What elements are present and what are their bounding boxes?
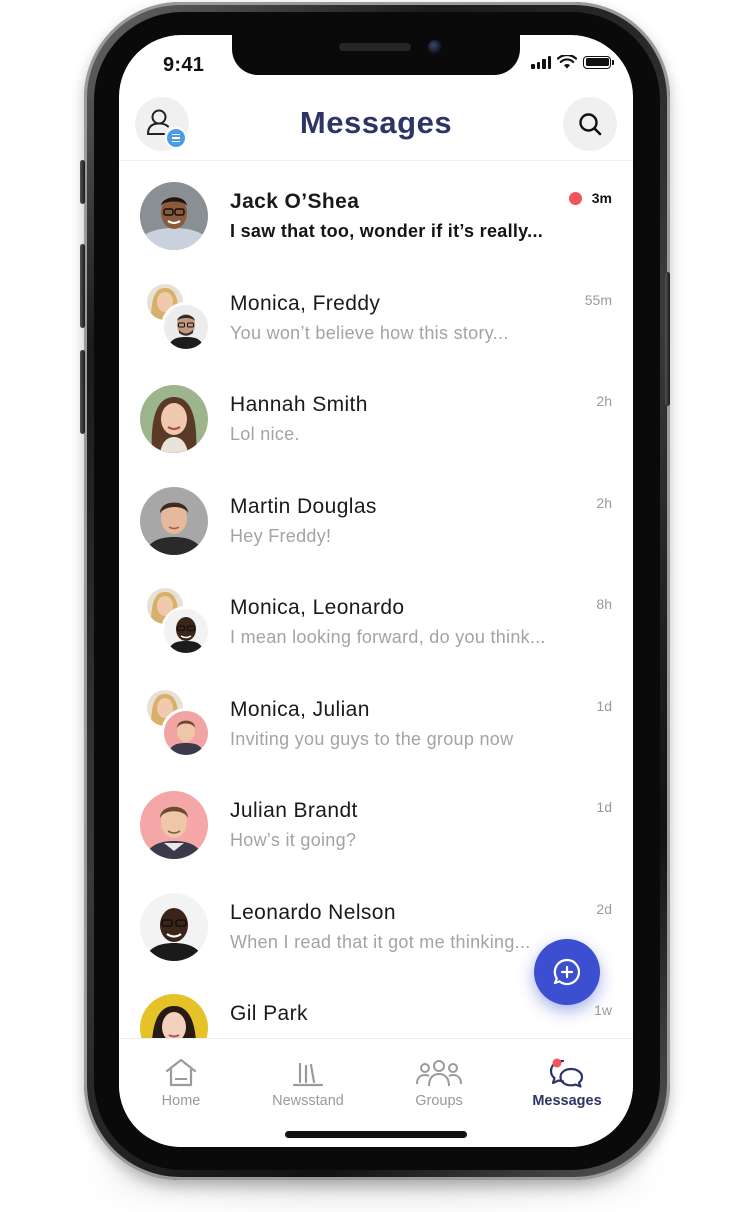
tab-bar: Home Newsstand Groups Messages bbox=[119, 1038, 633, 1147]
conversation-preview: I mean looking forward, do you think... bbox=[230, 627, 546, 647]
conversation-preview: When I read that it got me thinking... bbox=[230, 932, 531, 952]
home-icon bbox=[165, 1058, 197, 1087]
tab-messages[interactable]: Messages bbox=[507, 1057, 627, 1109]
tab-groups[interactable]: Groups bbox=[379, 1057, 499, 1109]
tab-label: Messages bbox=[532, 1093, 602, 1109]
home-indicator bbox=[285, 1131, 467, 1138]
conversation-preview: You won’t believe how this story... bbox=[230, 323, 509, 343]
groups-icon bbox=[416, 1060, 462, 1087]
conversation-name: Gil Park bbox=[230, 1002, 308, 1025]
tab-label: Groups bbox=[415, 1093, 463, 1109]
page-title: Messages bbox=[299, 105, 453, 140]
conversation-time: 1w bbox=[594, 1002, 612, 1018]
power-button bbox=[665, 272, 670, 406]
conversation-name: Martin Douglas bbox=[230, 495, 377, 518]
avatar bbox=[140, 893, 208, 961]
volume-down-button bbox=[80, 350, 85, 434]
avatar bbox=[140, 994, 208, 1038]
tab-newsstand[interactable]: Newsstand bbox=[248, 1057, 368, 1109]
conversation-row[interactable]: Hannah Smith Lol nice. 2h bbox=[119, 365, 633, 467]
tab-label: Home bbox=[161, 1093, 201, 1109]
status-time: 9:41 bbox=[163, 54, 205, 76]
conversation-time: 1d bbox=[596, 698, 612, 714]
conversation-name: Leonardo Nelson bbox=[230, 901, 396, 924]
battery-icon bbox=[583, 55, 614, 69]
conversation-time: 2h bbox=[596, 393, 612, 409]
cellular-signal-icon bbox=[531, 55, 551, 69]
conversation-name: Julian Brandt bbox=[230, 799, 358, 822]
search-button[interactable] bbox=[563, 97, 617, 151]
conversation-time: 2d bbox=[596, 901, 612, 917]
tab-home[interactable]: Home bbox=[121, 1057, 241, 1109]
new-message-button[interactable] bbox=[534, 939, 600, 1005]
conversation-list[interactable]: Jack O’Shea I saw that too, wonder if it… bbox=[119, 162, 633, 1038]
conversation-time: 1d bbox=[596, 799, 612, 815]
conversation-time: 3m bbox=[591, 190, 612, 206]
conversation-name: Jack O’Shea bbox=[230, 190, 360, 213]
phone-screen: 9:41 Messages Jack O’Shea I saw that too… bbox=[119, 35, 633, 1147]
conversation-row[interactable]: Monica, Julian Inviting you guys to the … bbox=[119, 670, 633, 772]
conversation-preview: Lol nice. bbox=[230, 424, 300, 444]
conversation-preview: I saw that too, wonder if it’s really... bbox=[230, 221, 544, 241]
conversation-time: 55m bbox=[584, 292, 612, 308]
avatar bbox=[161, 302, 211, 352]
avatar bbox=[140, 487, 208, 555]
wifi-icon bbox=[557, 55, 577, 69]
conversation-time: 2h bbox=[596, 495, 612, 511]
front-camera bbox=[428, 40, 442, 54]
search-icon bbox=[579, 113, 602, 136]
avatar bbox=[161, 606, 211, 656]
speaker-grille bbox=[339, 43, 411, 51]
avatar bbox=[161, 708, 211, 758]
conversation-preview: How’s it going? bbox=[230, 830, 357, 850]
unread-indicator bbox=[569, 192, 582, 205]
avatar bbox=[140, 385, 208, 453]
messages-icon bbox=[549, 1058, 584, 1088]
notch bbox=[232, 35, 520, 75]
conversation-name: Hannah Smith bbox=[230, 393, 368, 416]
app-header: Messages bbox=[119, 95, 633, 161]
avatar bbox=[140, 791, 208, 859]
conversation-row[interactable]: Martin Douglas Hey Freddy! 2h bbox=[119, 467, 633, 569]
conversation-row[interactable]: Monica, Leonardo I mean looking forward,… bbox=[119, 568, 633, 670]
conversation-row[interactable]: Monica, Freddy You won’t believe how thi… bbox=[119, 264, 633, 366]
conversation-time: 8h bbox=[596, 596, 612, 612]
conversation-name: Monica, Leonardo bbox=[230, 596, 405, 619]
conversation-preview: Hey Freddy! bbox=[230, 526, 332, 546]
conversation-row[interactable]: Julian Brandt How’s it going? 1d bbox=[119, 771, 633, 873]
conversation-row[interactable]: Jack O’Shea I saw that too, wonder if it… bbox=[119, 162, 633, 264]
conversation-name: Monica, Julian bbox=[230, 698, 370, 721]
tab-label: Newsstand bbox=[272, 1093, 344, 1109]
conversation-name: Monica, Freddy bbox=[230, 292, 381, 315]
volume-up-button bbox=[80, 244, 85, 328]
mute-switch bbox=[80, 160, 85, 204]
avatar bbox=[140, 182, 208, 250]
conversation-preview: Inviting you guys to the group now bbox=[230, 729, 514, 749]
new-message-icon bbox=[553, 958, 581, 986]
newsstand-icon bbox=[292, 1062, 324, 1087]
